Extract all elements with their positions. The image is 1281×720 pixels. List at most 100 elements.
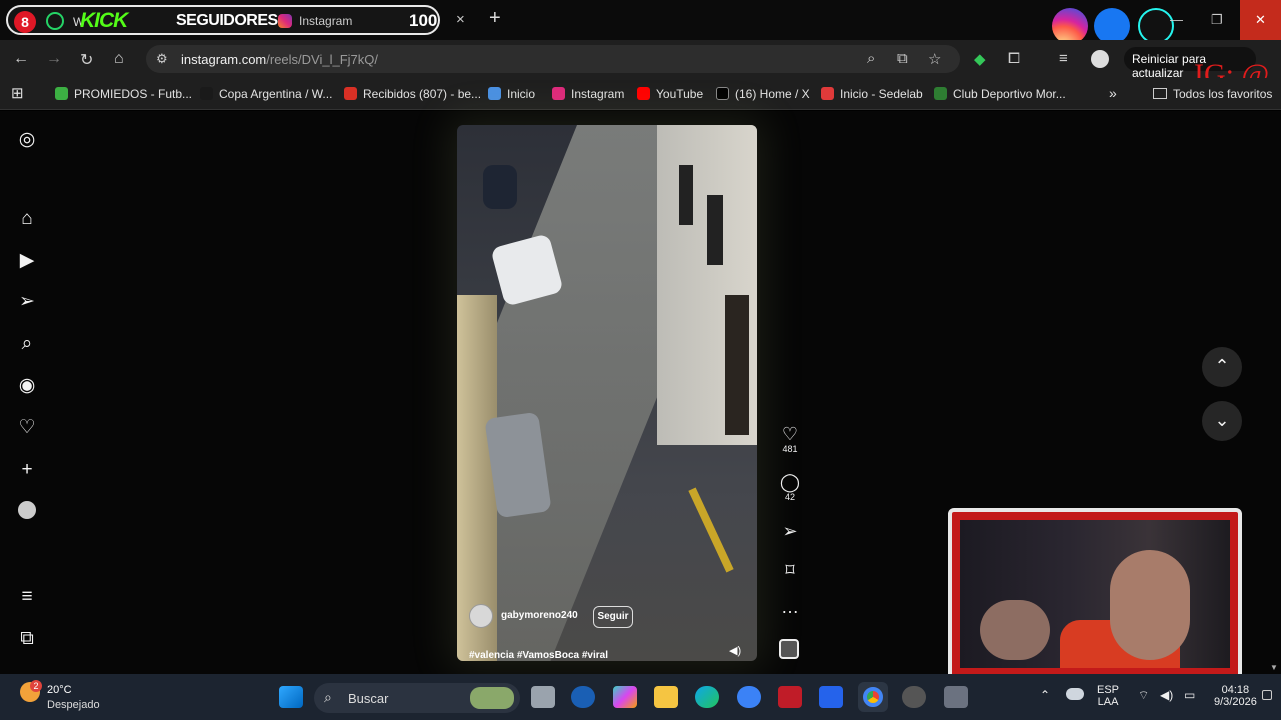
whatsapp-icon [46,12,64,30]
reel-video[interactable]: gabymoreno240 Seguir #valencia #VamosBoc… [457,125,757,661]
comment-bubble-icon[interactable]: ◯ [778,472,802,492]
app-icon[interactable] [944,686,968,708]
search-highlight-image [470,687,514,709]
search-icon[interactable]: ⌕ [16,333,38,355]
restore-button[interactable]: ❐ [1211,12,1223,28]
site-info-icon[interactable]: ⚙ [156,51,168,67]
audio-thumbnail[interactable] [779,639,799,659]
comments-count: 42 [784,492,795,502]
webcam-feed [960,520,1230,668]
taskbar-search[interactable]: ⌕ Buscar [314,683,520,713]
onedrive-cloud-icon[interactable] [1066,688,1084,700]
url-text: instagram.com/reels/DVi_l_Fj7kQ/ [181,52,378,67]
more-bookmarks-button[interactable]: » [1109,85,1117,101]
explore-compass-icon[interactable]: ◉ [16,375,38,397]
share-action[interactable]: ➢ [778,521,802,541]
bookmark-item[interactable]: Inicio - Sedelab [821,87,923,101]
bookmark-item[interactable]: PROMIEDOS - Futb... [55,87,192,101]
browser-tab-instagram[interactable]: 8 W KICK SEGUIDORES Instagram 100 [6,5,440,35]
notifications-icon[interactable] [1262,690,1272,700]
zoom-icon[interactable]: ⌕ [867,50,875,67]
volume-icon[interactable]: ◀) [1160,688,1173,702]
audio-speaker-icon[interactable]: ◀) [729,644,741,657]
author-username[interactable]: gabymoreno240 [501,610,578,621]
url-bar[interactable]: ⚙ instagram.com/reels/DVi_l_Fj7kQ/ [146,45,960,73]
tab-close-button[interactable]: × [456,11,465,28]
author-avatar[interactable] [469,604,493,628]
profile-avatar-icon[interactable] [1091,50,1109,68]
mcafee-icon[interactable] [778,686,802,708]
bookmark-item[interactable]: Recibidos (807) - be... [344,87,481,101]
bookmark-item[interactable]: Instagram [552,87,624,101]
building-window [679,165,693,225]
road-stripe [688,487,734,573]
new-tab-button[interactable]: + [489,7,501,30]
obs-icon[interactable] [902,686,926,708]
file-explorer-icon[interactable] [654,686,678,708]
previous-reel-button[interactable]: ⌃ [1202,347,1242,387]
copilot-icon[interactable] [613,686,637,708]
all-bookmarks-button[interactable]: Todos los favoritos [1153,87,1272,101]
bookmark-item[interactable]: Inicio [488,87,535,101]
meta-apps-icon[interactable]: ⧉ [16,628,38,650]
more-dots-icon[interactable]: … [778,597,802,617]
back-arrow-icon[interactable]: ← [13,50,29,68]
more-options-action[interactable]: … [778,597,802,617]
profile-avatar-icon[interactable] [18,501,36,519]
wifi-icon[interactable]: ⌔ [1138,688,1149,703]
reel-caption-hashtags[interactable]: #valencia #VamosBoca #viral [469,650,608,661]
bookmark-item[interactable]: (16) Home / X [716,87,810,101]
save-action[interactable]: ⌑ [778,560,802,580]
messages-icon[interactable]: ➢ [16,291,38,313]
windows-start-icon[interactable] [279,686,303,708]
bookmark-item[interactable]: YouTube [637,87,703,101]
home-icon[interactable]: ⌂ [16,208,38,230]
hp-app-icon[interactable] [571,686,595,708]
more-menu-icon[interactable]: ≡ [16,586,38,608]
reels-icon[interactable]: ▶ [16,250,38,272]
youtube-icon [637,87,650,100]
bookmark-save-icon[interactable]: ⌑ [778,560,802,580]
heart-icon[interactable]: ♡ [778,424,802,444]
bookmark-star-icon[interactable]: ☆ [928,50,941,68]
comment-action[interactable]: ◯ 42 [778,472,802,502]
instagram-overlay-icon [1052,8,1088,44]
follow-button[interactable]: Seguir [593,606,633,628]
media-control-icon[interactable]: ≡ [1059,50,1068,67]
forward-arrow-icon[interactable]: → [46,50,62,68]
clock[interactable]: 04:18 9/3/2026 [1214,684,1257,708]
webcam-overlay [948,508,1242,680]
like-action[interactable]: ♡ 481 [778,424,802,454]
microsoft-store-icon[interactable] [819,686,843,708]
reload-icon[interactable]: ↻ [80,50,93,70]
bookmark-item[interactable]: Club Deportivo Mor... [934,87,1066,101]
bookmark-favicon-icon [934,87,947,100]
task-view-icon[interactable] [531,686,555,708]
tray-expand-icon[interactable]: ⌃ [1040,688,1050,702]
language-indicator[interactable]: ESP LAA [1097,684,1119,708]
create-plus-icon[interactable]: + [16,459,38,481]
extensions-puzzle-icon[interactable]: ⧠ [1008,50,1020,67]
close-window-button[interactable]: ✕ [1240,0,1281,40]
network-globe-icon[interactable] [737,686,761,708]
extension-vpn-icon[interactable]: ◆ [974,50,986,68]
search-icon: ⌕ [324,689,332,705]
webcam-person-face [1110,550,1190,660]
edge-icon[interactable] [695,686,719,708]
building-door [725,295,749,435]
bookmark-favicon-icon [821,87,834,100]
instagram-logo-icon[interactable]: ◎ [16,129,38,151]
address-toolbar: ← → ↻ ⌂ ⚙ instagram.com/reels/DVi_l_Fj7k… [0,40,1281,78]
chrome-active-icon[interactable] [858,682,888,712]
apps-grid-icon[interactable]: ⊞ [11,84,24,102]
install-app-icon[interactable]: ⧉ [897,50,908,67]
scrollbar-down-arrow[interactable]: ▼ [1270,663,1278,672]
notifications-heart-icon[interactable]: ♡ [16,417,38,439]
battery-icon[interactable]: ▭ [1184,688,1195,702]
share-paper-plane-icon[interactable]: ➢ [778,521,802,541]
bookmark-item[interactable]: Copa Argentina / W... [200,87,332,101]
bookmark-favicon-icon [200,87,213,100]
next-reel-button[interactable]: ⌄ [1202,401,1242,441]
minimize-button[interactable]: — [1170,12,1183,27]
home-icon[interactable]: ⌂ [114,50,124,68]
